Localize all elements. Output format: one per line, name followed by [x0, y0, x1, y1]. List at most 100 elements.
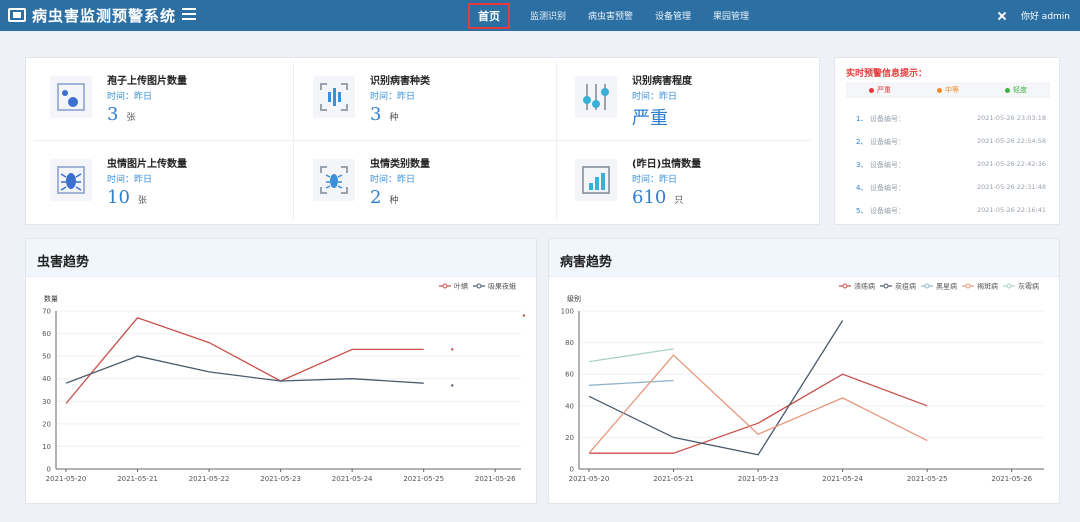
- disease-scan-icon: [313, 76, 355, 118]
- y-tick-label: 20: [42, 420, 51, 428]
- y-tick-label: 60: [565, 371, 574, 379]
- stat-insect-images: 虫情图片上传数量 时间：昨日 10 张: [50, 153, 300, 223]
- warning-item[interactable]: 3、 设备编号： 2021-05-26 22:42:36: [856, 160, 1046, 170]
- y-tick-label: 30: [42, 398, 51, 406]
- y-tick-label: 10: [42, 443, 51, 451]
- stat-value: 2种: [370, 187, 399, 208]
- x-tick-label: 2021-05-21: [117, 475, 158, 483]
- x-tick-label: 2021-05-20: [46, 475, 87, 483]
- legend-label-吸果夜蛾: 吸果夜蛾: [488, 282, 516, 291]
- stat-insect-types: 虫情类别数量 时间：昨日 2种: [313, 153, 563, 223]
- hamburger-menu-icon[interactable]: [182, 7, 196, 21]
- warning-item[interactable]: 2、 设备编号： 2021-05-26 22:54:58: [856, 137, 1046, 147]
- data-point-叶螨: [522, 314, 526, 317]
- y-tick-label: 40: [565, 402, 574, 410]
- disease-trend-title: 病害趋势: [549, 239, 1059, 277]
- x-tick-label: 2021-05-23: [260, 475, 301, 483]
- legend-label-炭疽病: 炭疽病: [895, 282, 916, 291]
- nav-orchard-management[interactable]: 果园管理: [713, 9, 749, 22]
- y-tick-label: 20: [565, 434, 574, 442]
- x-tick-label: 2021-05-21: [653, 475, 694, 483]
- stat-spore-images: 孢子上传图片数量 时间：昨日 3张: [50, 70, 300, 140]
- x-tick-label: 2021-05-26: [991, 475, 1032, 483]
- x-tick-label: 2021-05-20: [569, 475, 610, 483]
- slider-level-icon: [575, 76, 617, 118]
- brand[interactable]: 病虫害监测预警系统: [8, 5, 176, 25]
- y-tick-label: 70: [42, 308, 51, 316]
- x-tick-label: 2021-05-22: [189, 475, 230, 483]
- stat-value: 3种: [370, 104, 399, 125]
- level-severe[interactable]: 严重: [846, 82, 914, 98]
- x-tick-label: 2021-05-26: [475, 475, 516, 483]
- monitor-logo-icon: [8, 8, 26, 22]
- series-line-叶螨: [65, 317, 424, 404]
- level-mild[interactable]: 轻度: [982, 82, 1050, 98]
- stat-label: 孢子上传图片数量: [107, 76, 187, 87]
- legend-marker-炭疽病: [883, 283, 889, 289]
- stat-insect-count: (昨日)虫情数量 时间：昨日 610 只: [575, 153, 825, 223]
- green-dot-icon: [1005, 87, 1010, 93]
- series-line-炭疽病: [588, 320, 844, 456]
- series-line-黑星病: [588, 379, 674, 386]
- series-line-灰霉病: [588, 348, 674, 363]
- user-greeting[interactable]: 你好 admin: [1021, 9, 1070, 22]
- legend-marker-黑星病: [924, 283, 930, 289]
- stat-value: 3张: [107, 104, 136, 125]
- insect-image-icon: [50, 159, 92, 201]
- x-tick-label: 2021-05-24: [332, 475, 373, 483]
- stat-label: (昨日)虫情数量: [632, 159, 702, 170]
- stat-time: 时间：昨日: [632, 92, 678, 102]
- warning-item[interactable]: 5、 设备编号： 2021-05-26 22:16:41: [856, 206, 1046, 216]
- legend-label-褐斑病: 褐斑病: [977, 282, 998, 291]
- y-axis-label: 级别: [567, 294, 581, 303]
- legend-marker-叶螨: [442, 283, 448, 289]
- y-tick-label: 0: [47, 466, 51, 474]
- legend-marker-褐斑病: [965, 283, 971, 289]
- y-tick-label: 80: [565, 339, 574, 347]
- warning-panel: 实时预警信息提示： 严重 中等 轻度 1、 设备编号： 2021-05-26 23:…: [834, 57, 1060, 225]
- level-medium[interactable]: 中等: [914, 82, 982, 98]
- series-line-褐斑病: [588, 354, 928, 454]
- top-bar: 病虫害监测预警系统 首页 监测识别 病虫害预警 设备管理 果园管理 你好 adm…: [0, 0, 1080, 31]
- insect-scan-icon: [313, 159, 355, 201]
- legend-label-黑星病: 黑星病: [936, 282, 957, 291]
- nav-home[interactable]: 首页: [468, 2, 510, 29]
- stat-label: 虫情类别数量: [370, 159, 430, 170]
- y-tick-label: 40: [42, 375, 51, 383]
- nav-pest-warning[interactable]: 病虫害预警: [588, 9, 633, 22]
- orange-dot-icon: [937, 87, 942, 93]
- warning-item[interactable]: 4、 设备编号： 2021-05-26 22:31:48: [856, 183, 1046, 193]
- stat-label: 虫情图片上传数量: [107, 159, 187, 170]
- stat-time: 时间：昨日: [107, 92, 153, 102]
- y-tick-label: 100: [561, 308, 574, 316]
- red-dot-icon: [869, 87, 874, 93]
- nav-monitor-recognition[interactable]: 监测识别: [530, 9, 566, 22]
- legend-marker-灰霉病: [1006, 283, 1012, 289]
- x-tick-label: 2021-05-25: [403, 475, 444, 483]
- stat-label: 识别病害种类: [370, 76, 430, 87]
- y-tick-label: 0: [570, 466, 574, 474]
- stat-disease-level: 识别病害程度 时间：昨日 严重: [575, 70, 825, 140]
- warning-item[interactable]: 1、 设备编号： 2021-05-26 23:03:18: [856, 114, 1046, 124]
- stat-value: 10 张: [107, 187, 147, 208]
- divider: [34, 140, 811, 141]
- stat-label: 识别病害程度: [632, 76, 692, 87]
- y-tick-label: 60: [42, 330, 51, 338]
- nav-device-management[interactable]: 设备管理: [655, 9, 691, 22]
- spore-image-icon: [50, 76, 92, 118]
- disease-trend-chart: 级别 0 20 40 60 80 100 2021-05-20 2021-05-21 2021-0…: [561, 282, 1044, 483]
- main-nav: 首页 监测识别 病虫害预警 设备管理 果园管理: [468, 0, 771, 31]
- stat-time: 时间：昨日: [107, 175, 153, 185]
- pest-trend-chart: 数量 0 10 20 30 40 50 60 70 2021-05-20 2021-05-21 202…: [42, 282, 526, 483]
- data-point-吸果夜蛾: [451, 384, 454, 387]
- x-tick-label: 2021-05-23: [738, 475, 779, 483]
- legend-label-叶螨: 叶螨: [454, 282, 468, 291]
- legend-marker-吸果夜蛾: [476, 283, 482, 289]
- stat-time: 时间：昨日: [370, 175, 416, 185]
- stat-time: 时间：昨日: [632, 175, 678, 185]
- disease-trend-panel: 病害趋势 级别 0 20 40 60 80 100 2021-05-20 2021-05-21 2…: [548, 238, 1060, 504]
- data-point-叶螨: [451, 348, 454, 351]
- pest-trend-title: 虫害趋势: [26, 239, 536, 277]
- x-tick-label: 2021-05-24: [822, 475, 863, 483]
- fullscreen-icon[interactable]: [997, 11, 1007, 21]
